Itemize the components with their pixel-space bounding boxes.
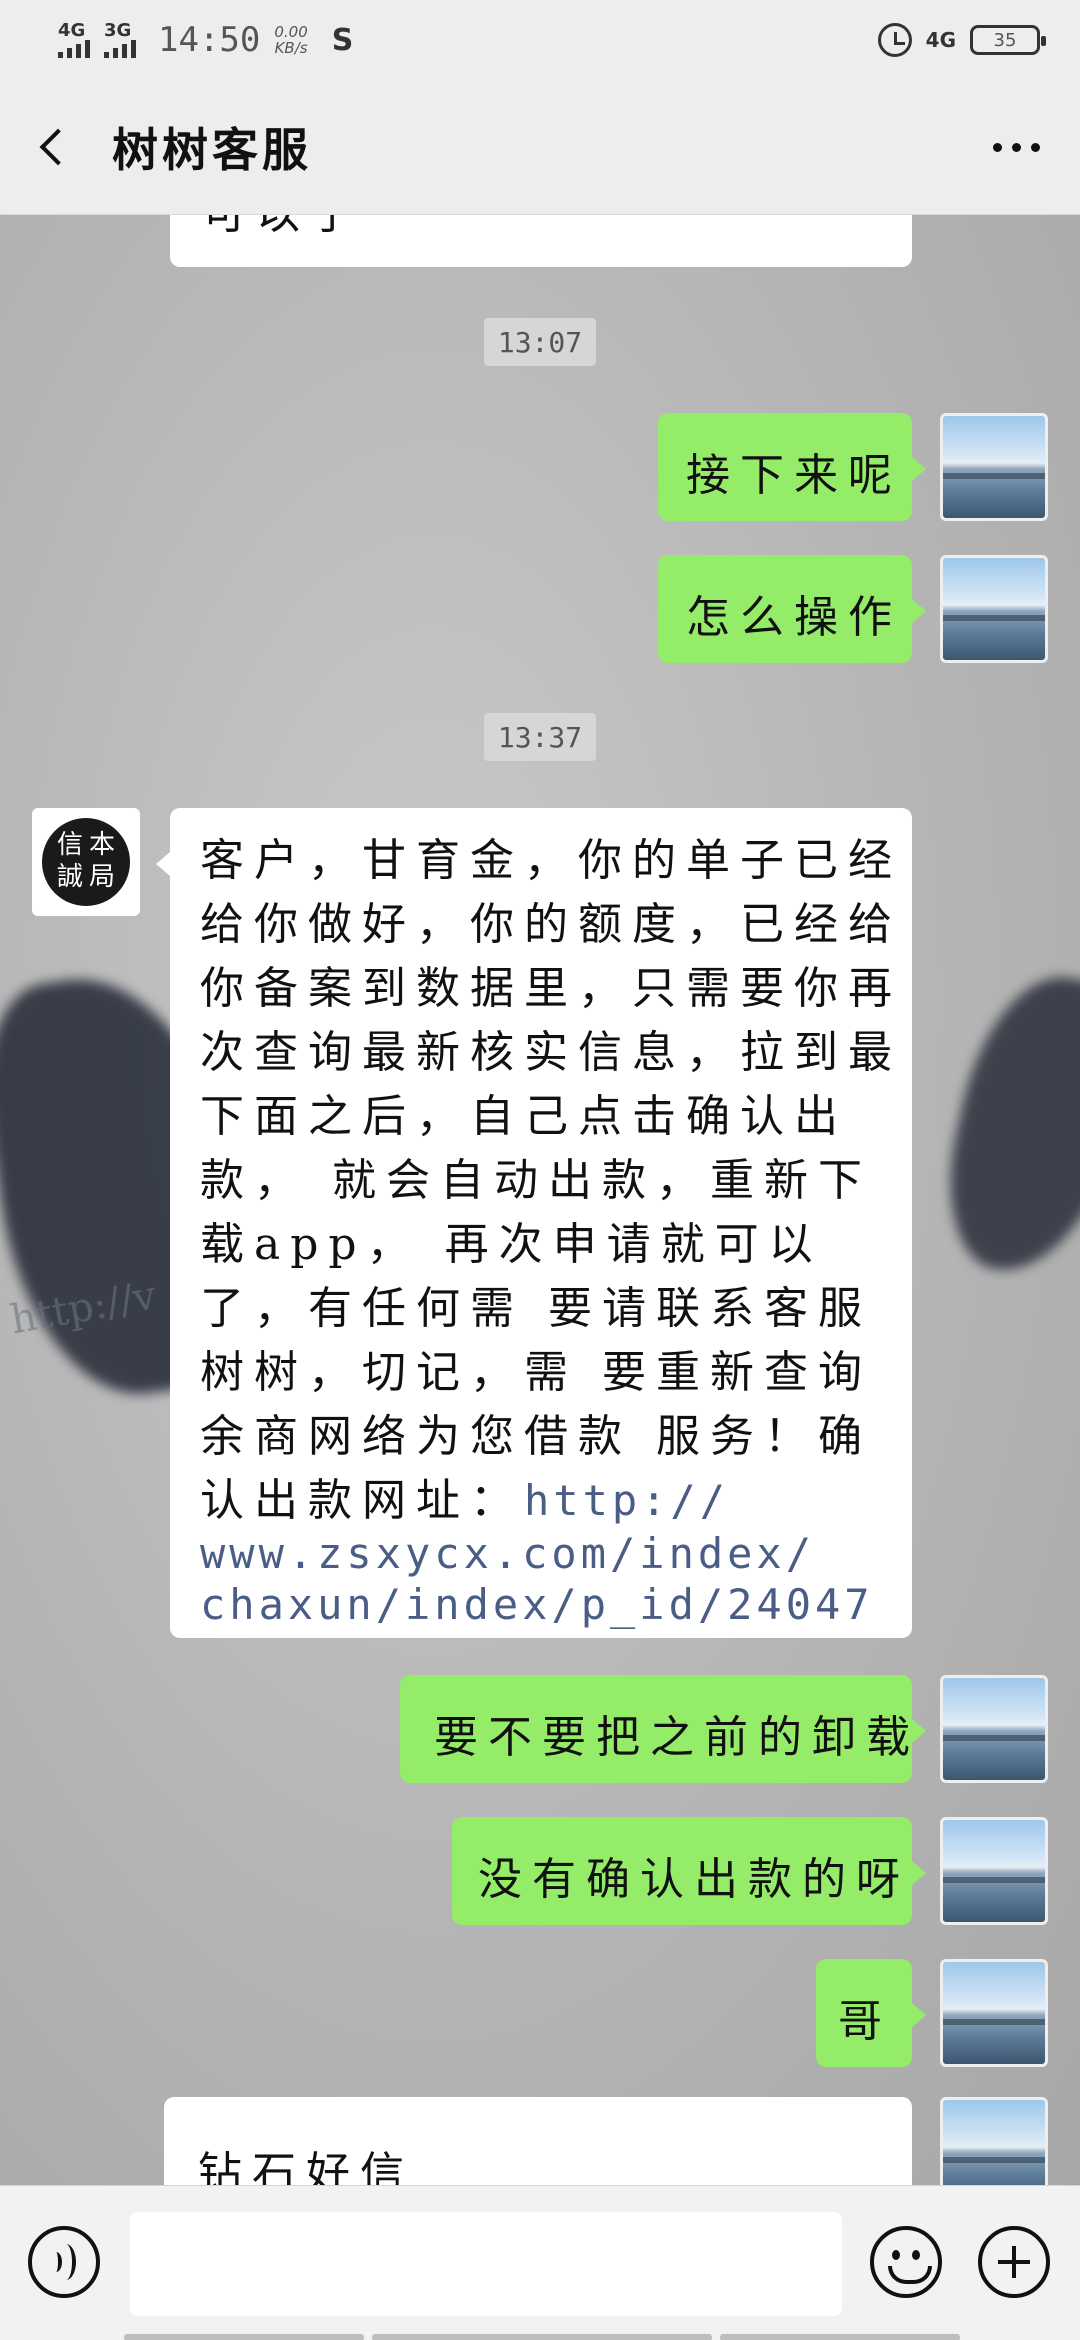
signal-2: 3G bbox=[104, 22, 136, 58]
status-time: 14:50 bbox=[158, 20, 261, 60]
message-text: 没有确认出款的呀 bbox=[478, 1854, 910, 1905]
battery-level: 35 bbox=[993, 29, 1017, 51]
seal-logo: 信 本 誠 局 bbox=[42, 818, 130, 906]
keyboard-strip bbox=[124, 2334, 364, 2340]
message-input[interactable] bbox=[130, 2212, 842, 2316]
message-text: 可以了 bbox=[170, 215, 912, 253]
avatar[interactable]: 信 本 誠 局 bbox=[32, 808, 140, 916]
chevron-left-icon[interactable] bbox=[8, 80, 98, 214]
voice-icon[interactable] bbox=[28, 2226, 100, 2298]
chat-title: 树树客服 bbox=[112, 123, 312, 177]
message-bubble-sent[interactable]: 没有确认出款的呀 bbox=[452, 1817, 926, 1925]
message-bubble-sent[interactable]: 要不要把之前的卸载 bbox=[400, 1675, 926, 1783]
speed-value: 0.00 bbox=[274, 23, 308, 41]
message-text: 哥 bbox=[838, 1996, 892, 2047]
network-type-right: 4G bbox=[925, 28, 956, 52]
speed-unit: KB/s bbox=[274, 39, 308, 57]
message-text: 钻石好信 bbox=[198, 2148, 414, 2185]
alarm-icon bbox=[877, 23, 912, 57]
message-text: 要不要把之前的卸载 bbox=[434, 1712, 920, 1763]
keyboard-strip bbox=[720, 2334, 960, 2340]
keyboard-strip bbox=[372, 2334, 712, 2340]
chat-area[interactable]: http://v 可以了 13:07 接下来呢 怎么操作 13:37 信 本 誠… bbox=[0, 215, 1080, 2185]
timestamp: 13:07 bbox=[484, 318, 596, 366]
signal-bars-icon bbox=[58, 40, 90, 58]
message-text: 接下来呢 bbox=[686, 450, 902, 501]
message-link[interactable]: www.zsxycx.com/index/ bbox=[200, 1529, 815, 1578]
message-bubble-sent[interactable]: 哥 bbox=[816, 1959, 926, 2067]
emoji-icon[interactable] bbox=[870, 2226, 942, 2298]
avatar[interactable] bbox=[940, 1675, 1048, 1783]
message-text: 客户，甘育金，你的单子已经 给你做好，你的额度，已经给 你备案到数据里，只需要你… bbox=[200, 835, 902, 1629]
message-bubble-sent[interactable]: 接下来呢 bbox=[658, 413, 926, 521]
wallpaper-ink bbox=[930, 961, 1080, 1289]
input-bar bbox=[0, 2185, 1080, 2340]
message-link[interactable]: chaxun/index/p_id/24047 bbox=[200, 1580, 874, 1629]
avatar[interactable] bbox=[940, 555, 1048, 663]
message-bubble-received[interactable]: 可以了 bbox=[170, 215, 912, 267]
message-link[interactable]: http:// bbox=[524, 1476, 729, 1525]
more-icon[interactable] bbox=[993, 142, 1040, 152]
chat-header: 树树客服 bbox=[0, 80, 1080, 215]
signal-1: 4G bbox=[58, 22, 90, 58]
app-notification-icon: S bbox=[331, 22, 354, 58]
message-text: 怎么操作 bbox=[686, 592, 902, 643]
message-bubble-received[interactable]: 客户，甘育金，你的单子已经 给你做好，你的额度，已经给 你备案到数据里，只需要你… bbox=[156, 808, 912, 1638]
message-bubble-received[interactable]: 钻石好信 bbox=[164, 2097, 912, 2185]
message-bubble-sent[interactable]: 怎么操作 bbox=[658, 555, 926, 663]
status-bar: 4G 3G 14:50 0.00 KB/s S 4G 35 bbox=[0, 0, 1080, 80]
plus-icon[interactable] bbox=[978, 2226, 1050, 2298]
avatar[interactable] bbox=[940, 1817, 1048, 1925]
network-type-2: 3G bbox=[104, 20, 132, 41]
avatar[interactable] bbox=[940, 1959, 1048, 2067]
network-speed: 0.00 KB/s bbox=[274, 24, 307, 56]
network-type-1: 4G bbox=[58, 20, 86, 41]
avatar[interactable] bbox=[940, 413, 1048, 521]
timestamp: 13:37 bbox=[484, 713, 596, 761]
avatar[interactable] bbox=[940, 2097, 1048, 2185]
battery-icon: 35 bbox=[970, 25, 1046, 55]
signal-bars-icon bbox=[104, 40, 136, 58]
